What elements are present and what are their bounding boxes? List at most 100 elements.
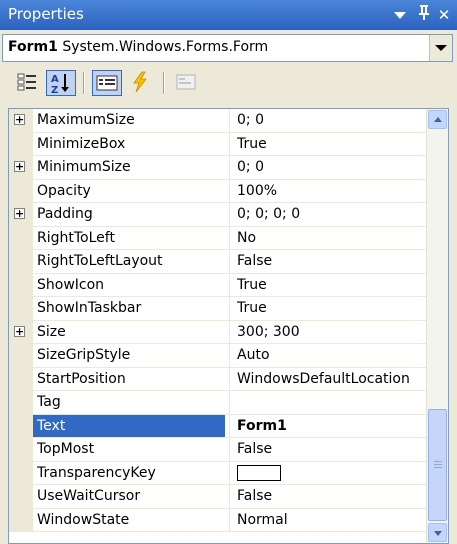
column-divider[interactable] bbox=[229, 344, 230, 367]
property-row[interactable]: + MinimumSize 0; 0 bbox=[9, 156, 427, 180]
categorized-button[interactable] bbox=[14, 70, 44, 96]
property-grid[interactable]: + MaximumSize 0; 0 MinimizeBox True + MinimumS… bbox=[8, 108, 449, 544]
object-selector-arrow[interactable] bbox=[429, 35, 452, 61]
property-value[interactable]: No bbox=[237, 230, 425, 246]
row-margin bbox=[9, 132, 33, 155]
column-divider[interactable] bbox=[229, 203, 230, 226]
property-value[interactable]: 0; 0 bbox=[237, 112, 425, 128]
title-bar[interactable]: Properties ✕ bbox=[0, 0, 457, 30]
property-row[interactable]: Text Form1 bbox=[9, 414, 427, 438]
property-row[interactable]: MinimizeBox True bbox=[9, 132, 427, 156]
row-margin bbox=[9, 367, 33, 390]
scroll-thumb[interactable] bbox=[428, 409, 447, 521]
column-divider[interactable] bbox=[229, 320, 230, 343]
vertical-scrollbar[interactable] bbox=[426, 109, 448, 543]
scroll-down-button[interactable] bbox=[428, 523, 447, 542]
property-name[interactable]: Padding bbox=[37, 206, 225, 222]
property-value[interactable]: 300; 300 bbox=[237, 324, 425, 340]
expand-plus-icon[interactable]: + bbox=[14, 161, 25, 172]
property-value[interactable]: True bbox=[237, 300, 425, 316]
property-row[interactable]: RightToLeftLayout False bbox=[9, 250, 427, 274]
property-name[interactable]: MinimumSize bbox=[37, 159, 225, 175]
alphabetical-button[interactable]: A Z bbox=[46, 70, 76, 96]
column-divider[interactable] bbox=[229, 485, 230, 508]
lightning-icon bbox=[133, 71, 147, 93]
property-name[interactable]: ShowIcon bbox=[37, 277, 225, 293]
column-divider[interactable] bbox=[229, 273, 230, 296]
expand-plus-icon[interactable]: + bbox=[14, 325, 25, 337]
column-divider[interactable] bbox=[229, 250, 230, 273]
object-selector-dropdown[interactable]: Form1 System.Windows.Forms.Form bbox=[2, 34, 453, 62]
color-swatch[interactable] bbox=[237, 464, 281, 481]
property-row[interactable]: WindowState Normal bbox=[9, 508, 427, 532]
column-divider[interactable] bbox=[229, 508, 230, 531]
property-name[interactable]: RightToLeft bbox=[37, 230, 225, 246]
column-divider[interactable] bbox=[229, 391, 230, 414]
close-icon: ✕ bbox=[437, 6, 451, 24]
property-row[interactable]: + MaximumSize 0; 0 bbox=[9, 109, 427, 133]
property-name[interactable]: Text bbox=[33, 414, 225, 437]
expand-plus-icon[interactable]: + bbox=[14, 114, 25, 125]
property-pages-button[interactable] bbox=[172, 70, 202, 96]
property-value[interactable]: True bbox=[237, 136, 425, 152]
column-divider[interactable] bbox=[229, 367, 230, 390]
object-type: System.Windows.Forms.Form bbox=[62, 39, 269, 55]
property-row[interactable]: RightToLeft No bbox=[9, 226, 427, 250]
property-row[interactable]: ShowInTaskbar True bbox=[9, 297, 427, 321]
property-name[interactable]: Opacity bbox=[37, 183, 225, 199]
property-value[interactable]: WindowsDefaultLocation bbox=[237, 371, 425, 387]
property-value[interactable]: 0; 0 bbox=[237, 159, 425, 175]
property-name[interactable]: TopMost bbox=[37, 441, 225, 457]
property-value[interactable]: False bbox=[237, 441, 425, 457]
svg-text:Z: Z bbox=[51, 85, 58, 95]
property-value[interactable]: Normal bbox=[237, 512, 425, 528]
column-divider[interactable] bbox=[229, 438, 230, 461]
close-button[interactable]: ✕ bbox=[432, 4, 456, 26]
property-name[interactable]: StartPosition bbox=[37, 371, 225, 387]
column-divider[interactable] bbox=[229, 132, 230, 155]
window-position-dropdown-button[interactable] bbox=[388, 4, 412, 26]
property-name[interactable]: ShowInTaskbar bbox=[37, 300, 225, 316]
property-row[interactable]: + Size 300; 300 bbox=[9, 320, 427, 344]
column-divider[interactable] bbox=[229, 414, 230, 437]
property-row[interactable]: SizeGripStyle Auto bbox=[9, 344, 427, 368]
property-row[interactable]: + Padding 0; 0; 0; 0 bbox=[9, 203, 427, 227]
svg-text:A: A bbox=[51, 74, 59, 85]
property-name[interactable]: RightToLeftLayout bbox=[37, 253, 225, 269]
column-divider[interactable] bbox=[229, 109, 230, 132]
property-value[interactable]: Form1 bbox=[237, 418, 425, 434]
property-value[interactable]: 0; 0; 0; 0 bbox=[237, 206, 425, 222]
property-name[interactable]: SizeGripStyle bbox=[37, 347, 225, 363]
column-divider[interactable] bbox=[229, 461, 230, 484]
property-name[interactable]: WindowState bbox=[37, 512, 225, 528]
property-row[interactable]: StartPosition WindowsDefaultLocation bbox=[9, 367, 427, 391]
property-name[interactable]: MinimizeBox bbox=[37, 136, 225, 152]
column-divider[interactable] bbox=[229, 179, 230, 202]
property-name[interactable]: UseWaitCursor bbox=[37, 488, 225, 504]
events-button[interactable] bbox=[126, 70, 156, 96]
property-row[interactable]: ShowIcon True bbox=[9, 273, 427, 297]
property-row[interactable]: UseWaitCursor False bbox=[9, 485, 427, 509]
property-value[interactable]: Auto bbox=[237, 347, 425, 363]
categorized-icon bbox=[17, 73, 36, 91]
property-row[interactable]: Tag bbox=[9, 391, 427, 415]
column-divider[interactable] bbox=[229, 297, 230, 320]
property-value[interactable]: False bbox=[237, 253, 425, 269]
property-row[interactable]: Opacity 100% bbox=[9, 179, 427, 203]
column-divider[interactable] bbox=[229, 156, 230, 179]
expand-plus-icon[interactable]: + bbox=[14, 208, 25, 219]
property-name[interactable]: TransparencyKey bbox=[37, 465, 225, 481]
column-divider[interactable] bbox=[229, 226, 230, 249]
property-row[interactable]: TransparencyKey bbox=[9, 461, 427, 485]
properties-button[interactable] bbox=[92, 70, 122, 96]
scroll-up-button[interactable] bbox=[428, 110, 447, 129]
property-name[interactable]: Tag bbox=[37, 394, 225, 410]
property-value[interactable]: True bbox=[237, 277, 425, 293]
property-name[interactable]: MaximumSize bbox=[37, 112, 225, 128]
property-name[interactable]: Size bbox=[37, 324, 225, 340]
grip-line bbox=[434, 464, 442, 465]
property-row[interactable]: TopMost False bbox=[9, 438, 427, 462]
chevron-down-icon bbox=[394, 12, 406, 19]
property-value[interactable]: False bbox=[237, 488, 425, 504]
property-value[interactable]: 100% bbox=[237, 183, 425, 199]
